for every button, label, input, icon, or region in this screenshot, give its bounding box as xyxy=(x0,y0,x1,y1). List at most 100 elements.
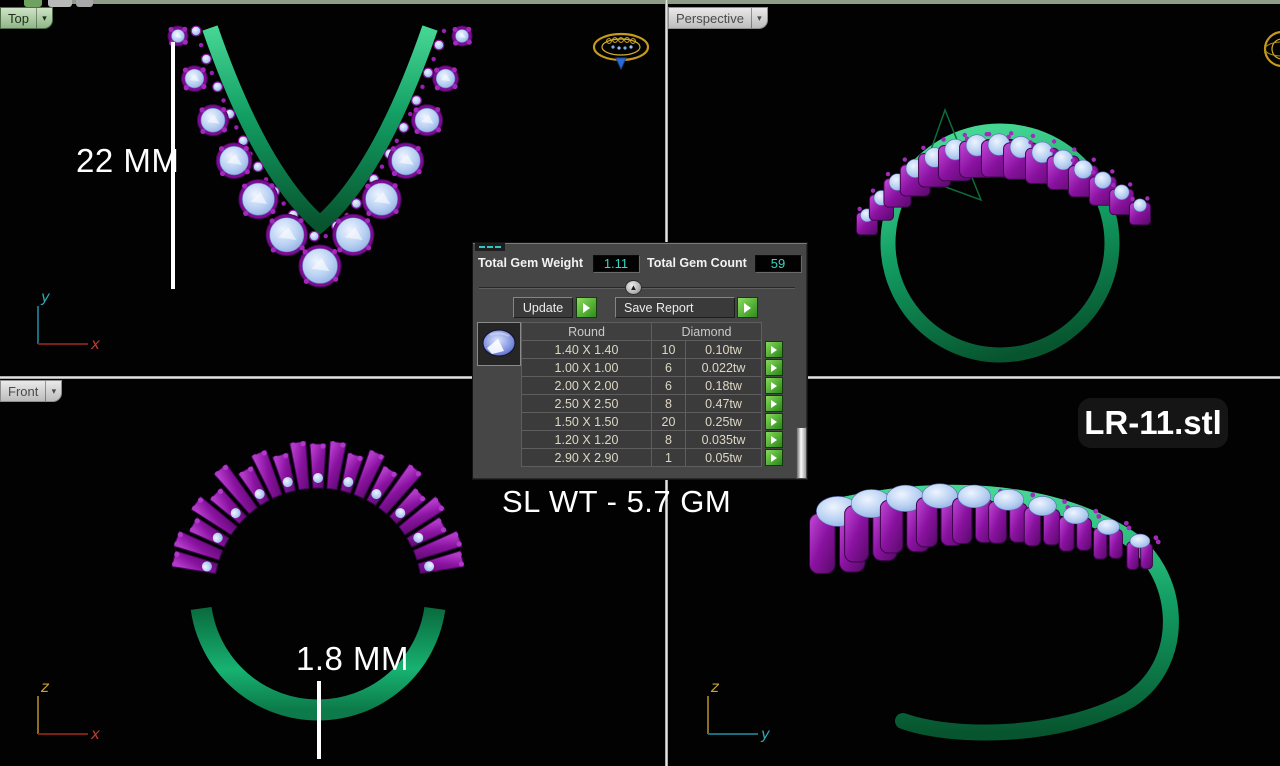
viewport-tab-label: Top xyxy=(1,8,36,28)
total-gem-count-label: Total Gem Count xyxy=(647,256,747,270)
play-icon xyxy=(771,382,777,390)
dimension-label-1-8mm: 1.8 MM xyxy=(296,640,409,678)
gem-icon xyxy=(478,323,520,365)
gem-size-cell[interactable]: 1.40 X 1.40 xyxy=(521,340,652,359)
save-report-button[interactable]: Save Report xyxy=(615,297,735,318)
file-name-text: LR-11.stl xyxy=(1084,404,1222,442)
viewport-top-canvas[interactable] xyxy=(150,22,490,327)
gem-weight-cell[interactable]: 0.18tw xyxy=(685,376,762,395)
silver-weight-label: SL WT - 5.7 GM xyxy=(502,484,731,520)
gem-count-cell[interactable]: 8 xyxy=(651,430,686,449)
gem-table-row: 1.20 X 1.2080.035tw xyxy=(522,430,783,449)
gem-table-body: 1.40 X 1.40100.10tw1.00 X 1.0060.022tw2.… xyxy=(522,340,783,467)
gem-weight-cell[interactable]: 0.25tw xyxy=(685,412,762,431)
play-icon xyxy=(771,418,777,426)
gem-size-cell[interactable]: 1.50 X 1.50 xyxy=(521,412,652,431)
gem-size-cell[interactable]: 2.00 X 2.00 xyxy=(521,376,652,395)
gem-row-select-button[interactable] xyxy=(765,413,783,430)
z-axis-label: z xyxy=(40,678,50,696)
toolbar-tab-remnant xyxy=(76,0,93,7)
toolbar-tab-remnant xyxy=(48,0,72,7)
gem-size-cell[interactable]: 1.20 X 1.20 xyxy=(521,430,652,449)
gold-sphere-gizmo-icon xyxy=(1256,24,1280,76)
ring-render-side-view xyxy=(810,484,1171,733)
ring-render-perspective-view xyxy=(857,106,1151,380)
panel-grip-tab[interactable] xyxy=(475,243,505,251)
gem-count-cell[interactable]: 1 xyxy=(651,448,686,467)
gem-count-cell[interactable]: 10 xyxy=(651,340,686,359)
gem-weight-cell[interactable]: 0.10tw xyxy=(685,340,762,359)
total-gem-weight-label: Total Gem Weight xyxy=(478,256,583,270)
axis-gizmo-front-view: z x xyxy=(22,678,102,748)
gem-table-row: 2.90 X 2.9010.05tw xyxy=(522,448,783,467)
viewport-tab-label: Front xyxy=(1,381,45,401)
collapse-up-icon[interactable]: ▲ xyxy=(625,280,642,295)
run-save-report-arrow-button[interactable] xyxy=(737,297,758,318)
gem-size-cell[interactable]: 2.90 X 2.90 xyxy=(521,448,652,467)
z-axis-label: z xyxy=(710,678,720,696)
play-icon xyxy=(771,454,777,462)
cad-workspace: Top ▾ Perspective ▾ Front ▾ y x z x z y … xyxy=(0,0,1280,766)
gem-size-cell[interactable]: 2.50 X 2.50 xyxy=(521,394,652,413)
gem-type-header: Diamond xyxy=(651,322,762,341)
gem-table-header-row: Round Diamond xyxy=(522,322,783,341)
viewport-tab-perspective[interactable]: Perspective ▾ xyxy=(668,7,768,29)
chevron-down-icon[interactable]: ▾ xyxy=(45,381,61,401)
update-button[interactable]: Update xyxy=(513,297,573,318)
total-gem-count-value: 59 xyxy=(755,255,801,272)
dimension-line-vertical xyxy=(171,42,175,289)
gem-shape-icon-cell[interactable] xyxy=(477,322,521,366)
gem-row-select-button[interactable] xyxy=(765,449,783,466)
gem-row-select-button[interactable] xyxy=(765,377,783,394)
play-icon xyxy=(771,400,777,408)
play-icon xyxy=(744,303,751,313)
axis-gizmo-side-view: z y xyxy=(692,678,772,748)
play-icon xyxy=(771,436,777,444)
gem-row-select-button[interactable] xyxy=(765,431,783,448)
gem-table-row: 2.50 X 2.5080.47tw xyxy=(522,394,783,413)
gem-shape-header: Round xyxy=(521,322,652,341)
gem-table: Round Diamond 1.40 X 1.40100.10tw1.00 X … xyxy=(522,323,783,467)
gem-count-cell[interactable]: 6 xyxy=(651,376,686,395)
x-axis-label: x xyxy=(90,725,100,743)
x-axis-label: x xyxy=(90,335,100,353)
gem-table-row: 1.00 X 1.0060.022tw xyxy=(522,358,783,377)
gem-weight-cell[interactable]: 0.035tw xyxy=(685,430,762,449)
viewport-side-canvas[interactable] xyxy=(808,438,1253,763)
file-name-badge: LR-11.stl xyxy=(1078,398,1228,448)
viewport-tab-top[interactable]: Top ▾ xyxy=(0,7,53,29)
play-icon xyxy=(583,303,590,313)
window-top-strip xyxy=(60,0,1280,4)
viewport-tab-front[interactable]: Front ▾ xyxy=(0,380,62,402)
gem-size-cell[interactable]: 1.00 X 1.00 xyxy=(521,358,652,377)
gem-count-cell[interactable]: 6 xyxy=(651,358,686,377)
gem-report-panel: Total Gem Weight 1.11 Total Gem Count 59… xyxy=(472,242,808,480)
dimension-line-band xyxy=(317,681,321,759)
viewport-perspective-canvas[interactable] xyxy=(795,58,1225,388)
gem-weight-cell[interactable]: 0.022tw xyxy=(685,358,762,377)
gem-weight-cell[interactable]: 0.47tw xyxy=(685,394,762,413)
run-update-arrow-button[interactable] xyxy=(576,297,597,318)
gem-table-row: 1.50 X 1.50200.25tw xyxy=(522,412,783,431)
chevron-down-icon[interactable]: ▾ xyxy=(751,8,767,28)
gem-row-select-button[interactable] xyxy=(765,341,783,358)
viewport-tab-label: Perspective xyxy=(669,8,751,28)
dimension-label-22mm: 22 MM xyxy=(76,142,179,180)
gem-count-cell[interactable]: 8 xyxy=(651,394,686,413)
panel-scrollbar-thumb[interactable] xyxy=(796,427,807,479)
y-axis-label: y xyxy=(40,288,51,306)
gem-row-select-button[interactable] xyxy=(765,359,783,376)
toolbar-tab-remnant xyxy=(24,0,42,7)
axis-gizmo-top-view: y x xyxy=(22,288,102,358)
gem-table-row: 1.40 X 1.40100.10tw xyxy=(522,340,783,359)
gem-count-cell[interactable]: 20 xyxy=(651,412,686,431)
total-gem-weight-value: 1.11 xyxy=(593,255,639,272)
play-icon xyxy=(771,364,777,372)
y-axis-label: y xyxy=(760,725,771,743)
gem-row-select-button[interactable] xyxy=(765,395,783,412)
gem-table-row: 2.00 X 2.0060.18tw xyxy=(522,376,783,395)
gem-weight-cell[interactable]: 0.05tw xyxy=(685,448,762,467)
gold-ring-gizmo-icon xyxy=(590,28,652,70)
ring-render-top-view xyxy=(168,26,472,287)
chevron-down-icon[interactable]: ▾ xyxy=(36,8,52,28)
